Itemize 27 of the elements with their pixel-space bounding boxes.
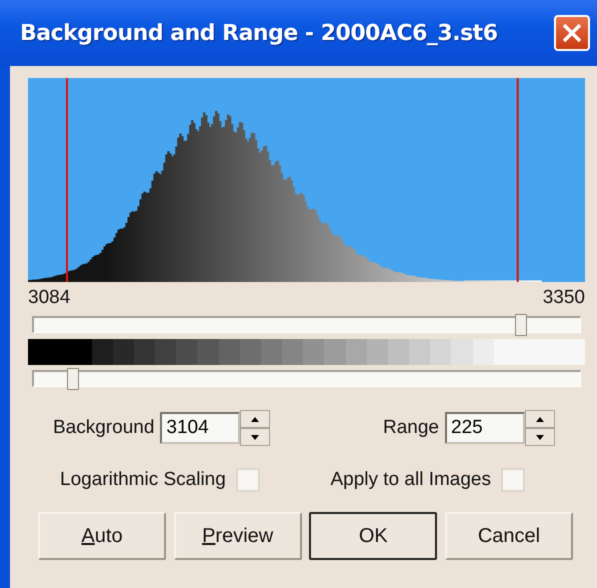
down-arrow-icon bbox=[251, 434, 260, 440]
dialog-button[interactable]: OK bbox=[309, 512, 438, 560]
window-title: Background and Range - 2000AC6_3.st6 bbox=[20, 20, 499, 46]
checkbox[interactable] bbox=[501, 468, 525, 492]
spin-button[interactable] bbox=[525, 410, 555, 446]
checkbox[interactable] bbox=[236, 468, 260, 492]
spin-button[interactable] bbox=[240, 410, 270, 446]
minimum-value: 3084 bbox=[28, 287, 70, 310]
up-arrow-icon bbox=[536, 416, 544, 422]
close-icon bbox=[561, 22, 583, 44]
checkbox-label: Apply to all Images bbox=[330, 469, 491, 491]
down-arrow-icon bbox=[536, 434, 544, 440]
checkbox-label: Logarithmic Scaling bbox=[60, 469, 226, 491]
up-arrow-icon bbox=[251, 416, 260, 422]
number-field[interactable]: 3104 bbox=[160, 412, 240, 444]
slider-track[interactable] bbox=[32, 370, 581, 387]
dialog-button[interactable]: Auto bbox=[38, 512, 166, 560]
number-field[interactable]: 225 bbox=[445, 412, 525, 444]
dialog-button[interactable]: Preview bbox=[174, 512, 302, 560]
maximum-value: 3350 bbox=[542, 287, 585, 310]
slider-thumb[interactable] bbox=[514, 314, 527, 336]
slider-thumb[interactable] bbox=[67, 368, 80, 390]
field-label: Range bbox=[383, 417, 439, 439]
field-label: Background bbox=[53, 417, 154, 439]
dialog-button[interactable]: Cancel bbox=[444, 512, 573, 560]
close-button[interactable] bbox=[554, 15, 590, 51]
slider-track[interactable] bbox=[32, 316, 581, 333]
